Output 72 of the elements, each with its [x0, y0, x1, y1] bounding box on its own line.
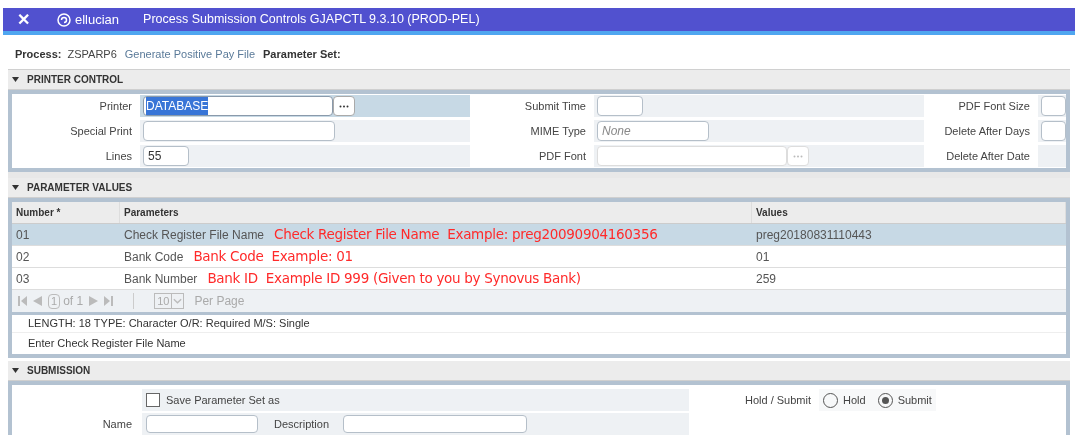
name-field[interactable]: [146, 415, 258, 433]
annotation-text: Bank Code Example: 01: [193, 247, 353, 267]
section-header[interactable]: PARAMETER VALUES: [8, 178, 1070, 198]
text-field[interactable]: 55: [143, 146, 189, 166]
parameter-set-label: Parameter Set:: [263, 46, 341, 62]
field-label: Delete After Days: [944, 123, 1030, 139]
text-field[interactable]: [597, 96, 643, 116]
previous-page-icon[interactable]: [33, 296, 42, 306]
collapse-icon: [12, 185, 19, 190]
table-cell-text: 259: [756, 270, 777, 288]
table-row[interactable]: 01 Check Register File Name Check Register File Name Example: preg20090904160356 preg20180831110443: [12, 224, 1066, 246]
field-label: Lines: [105, 148, 132, 164]
text-field[interactable]: [597, 146, 787, 166]
column-header[interactable]: Parameters: [120, 202, 752, 223]
field-label: Hold / Submit: [744, 392, 811, 408]
table-cell-text: preg20180831110443: [756, 226, 872, 244]
checkbox-label: Save Parameter Set as: [166, 392, 280, 408]
table-cell-text: 02: [16, 248, 30, 266]
table-cell-text: Bank Number: [124, 270, 198, 288]
process-code: ZSPARP6: [67, 46, 117, 62]
annotation-text: Bank ID Example ID 999 (Given to you by Synovus Bank): [207, 269, 581, 289]
section-title: SUBMISSION: [27, 364, 91, 378]
field-label: PDF Font Size: [958, 98, 1030, 114]
info-text: LENGTH: 18 TYPE: Character O/R: Required M/S: Single: [28, 316, 310, 332]
table-cell-text: 01: [756, 248, 770, 266]
field-label: Printer: [99, 98, 132, 114]
process-label: Process:: [15, 46, 62, 62]
brand-name: ellucian: [75, 10, 120, 29]
text-field[interactable]: None: [597, 121, 709, 141]
collapse-icon: [12, 77, 19, 82]
field-label: Delete After Date: [946, 148, 1030, 164]
lookup-button[interactable]: [333, 96, 355, 116]
field-label: MIME Type: [530, 123, 586, 139]
last-page-icon[interactable]: [104, 296, 114, 306]
field-label: Special Print: [70, 123, 132, 139]
section-title: PRINTER CONTROL: [27, 73, 124, 87]
table-cell-text: 01: [16, 226, 30, 244]
checkbox[interactable]: [146, 393, 160, 407]
table-cell-text: 03: [16, 270, 30, 288]
next-page-icon[interactable]: [89, 296, 99, 306]
column-header[interactable]: Values: [752, 202, 1066, 223]
table-cell-text: Check Register File Name: [124, 226, 265, 244]
section-header[interactable]: SUBMISSION: [8, 361, 1070, 381]
text-field[interactable]: DATABASE: [143, 96, 333, 116]
description-field[interactable]: [343, 415, 528, 433]
field-background: [1038, 145, 1066, 167]
section-title: PARAMETER VALUES: [27, 181, 133, 195]
radio-option[interactable]: Hold: [823, 391, 866, 409]
page-count: of 1: [63, 293, 84, 310]
section-header[interactable]: PRINTER CONTROL: [8, 70, 1070, 90]
text-field[interactable]: [1041, 96, 1066, 116]
radio-option[interactable]: Submit: [877, 391, 932, 409]
field-label: PDF Font: [538, 148, 586, 164]
text-field[interactable]: [143, 121, 335, 141]
collapse-icon: [12, 368, 19, 373]
text-field[interactable]: [1041, 121, 1066, 141]
field-label: Description: [274, 416, 330, 432]
first-page-icon[interactable]: [18, 296, 27, 306]
process-name: Generate Positive Pay File: [124, 46, 256, 62]
window-title: Process Submission Controls GJAPCTL 9.3.10 (PROD-PEL): [143, 11, 480, 29]
more-icon: [793, 154, 803, 158]
field-label: Name: [102, 416, 132, 432]
close-button[interactable]: ✕: [3, 7, 43, 32]
column-header[interactable]: Number *: [12, 202, 120, 223]
logo-icon: [57, 12, 71, 27]
more-icon: [339, 104, 349, 108]
per-page-label: Per Page: [194, 293, 245, 310]
info-text: Enter Check Register File Name: [28, 336, 186, 352]
field-label: Submit Time: [524, 98, 586, 114]
dropdown-icon: [171, 294, 184, 308]
table-cell-text: Bank Code: [124, 248, 184, 266]
annotation-text: Check Register File Name Example: preg20090904160356: [274, 225, 658, 245]
